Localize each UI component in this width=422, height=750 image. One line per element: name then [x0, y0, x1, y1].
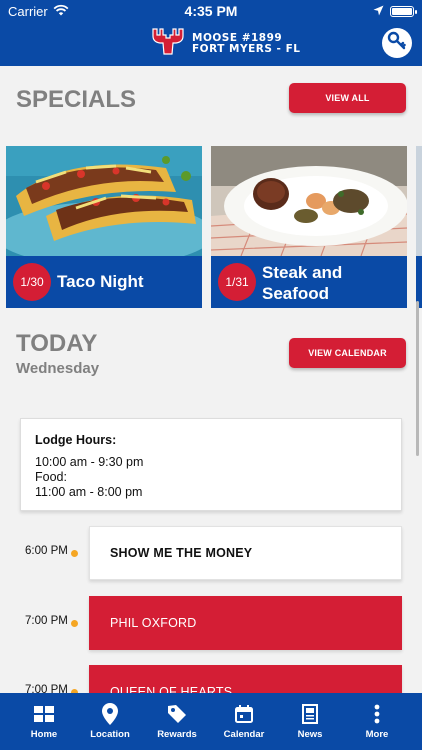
- lodge-hours-line: 10:00 am - 9:30 pm: [35, 455, 144, 469]
- special-card-band: 1/31 Steak and Seafood: [211, 256, 407, 308]
- newspaper-icon: [277, 703, 343, 725]
- brand-text: MOOSE #1899 FORT MYERS - FL: [192, 31, 301, 55]
- key-icon: [387, 31, 407, 56]
- view-all-button[interactable]: VIEW ALL: [289, 83, 406, 113]
- home-grid-icon: [11, 703, 77, 725]
- tab-rewards[interactable]: Rewards: [144, 693, 210, 750]
- tab-home[interactable]: Home: [11, 693, 77, 750]
- specials-title: SPECIALS: [16, 86, 137, 113]
- tab-label: Home: [30, 729, 58, 740]
- event-title[interactable]: PHIL OXFORD: [89, 596, 402, 650]
- tab-label: Rewards: [157, 729, 197, 740]
- battery-icon: [390, 6, 417, 17]
- tab-label: News: [297, 729, 323, 740]
- tab-calendar[interactable]: Calendar: [211, 693, 277, 750]
- event-row[interactable]: 6:00 PM SHOW ME THE MONEY: [0, 526, 422, 580]
- main-content[interactable]: SPECIALS VIEW ALL 1/30 Taco Night 1/31 S…: [0, 66, 422, 693]
- event-time: 7:00 PM: [25, 684, 68, 693]
- status-time: 4:35 PM: [184, 3, 238, 19]
- special-date-badge: 1/31: [218, 263, 256, 301]
- location-arrow-icon: [373, 4, 384, 19]
- member-key-button[interactable]: [382, 28, 412, 58]
- brand-line-2: FORT MYERS - FL: [192, 42, 301, 55]
- special-date-badge: 1/30: [13, 263, 51, 301]
- moose-antlers-icon: [150, 26, 186, 61]
- event-row[interactable]: 7:00 PM QUEEN OF HEARTS: [0, 665, 422, 693]
- food-hours-label: Food:: [35, 470, 67, 484]
- calendar-icon: [211, 703, 277, 725]
- taco-night-image: [6, 146, 202, 256]
- event-title[interactable]: SHOW ME THE MONEY: [89, 526, 402, 580]
- bottom-tab-bar: Home Location Rewards Calendar News More: [0, 693, 422, 750]
- special-name: Steak and Seafood: [262, 263, 343, 303]
- app-header: MOOSE #1899 FORT MYERS - FL: [0, 22, 422, 66]
- brand-logo: MOOSE #1899 FORT MYERS - FL: [150, 26, 300, 61]
- status-bar: Carrier 4:35 PM: [0, 0, 422, 22]
- event-time: 7:00 PM: [25, 615, 68, 627]
- tab-label: Calendar: [223, 729, 265, 740]
- special-card-peek[interactable]: [416, 146, 422, 308]
- view-calendar-button[interactable]: VIEW CALENDAR: [289, 338, 406, 368]
- status-right: [373, 4, 417, 19]
- today-weekday: Wednesday: [16, 360, 100, 377]
- tab-location[interactable]: Location: [77, 693, 143, 750]
- specials-carousel[interactable]: 1/30 Taco Night 1/31 Steak and Seafood: [6, 146, 422, 310]
- lodge-hours-card: Lodge Hours: 10:00 am - 9:30 pm Food: 11…: [20, 418, 402, 511]
- tab-label: Location: [90, 729, 130, 740]
- brand-line-1: MOOSE #1899: [192, 31, 283, 44]
- map-pin-icon: [77, 703, 143, 725]
- special-name: Taco Night: [57, 272, 144, 291]
- lodge-hours-title: Lodge Hours:: [35, 433, 117, 447]
- vertical-scrollbar[interactable]: [416, 301, 419, 456]
- tab-news[interactable]: News: [277, 693, 343, 750]
- special-card[interactable]: 1/31 Steak and Seafood: [211, 146, 407, 308]
- tab-more[interactable]: More: [344, 693, 410, 750]
- special-card-peek-image: [416, 146, 422, 256]
- event-dot: [71, 620, 78, 627]
- more-dots-icon: [344, 703, 410, 725]
- event-row[interactable]: 7:00 PM PHIL OXFORD: [0, 596, 422, 650]
- special-card[interactable]: 1/30 Taco Night: [6, 146, 202, 308]
- today-title: TODAY: [16, 330, 98, 357]
- event-title[interactable]: QUEEN OF HEARTS: [89, 665, 402, 693]
- steak-seafood-image: [211, 146, 407, 256]
- food-hours-line: 11:00 am - 8:00 pm: [35, 485, 143, 499]
- event-time: 6:00 PM: [25, 545, 68, 557]
- special-card-band: 1/30 Taco Night: [6, 256, 202, 308]
- tag-icon: [144, 703, 210, 725]
- tab-label: More: [365, 729, 389, 740]
- event-dot: [71, 550, 78, 557]
